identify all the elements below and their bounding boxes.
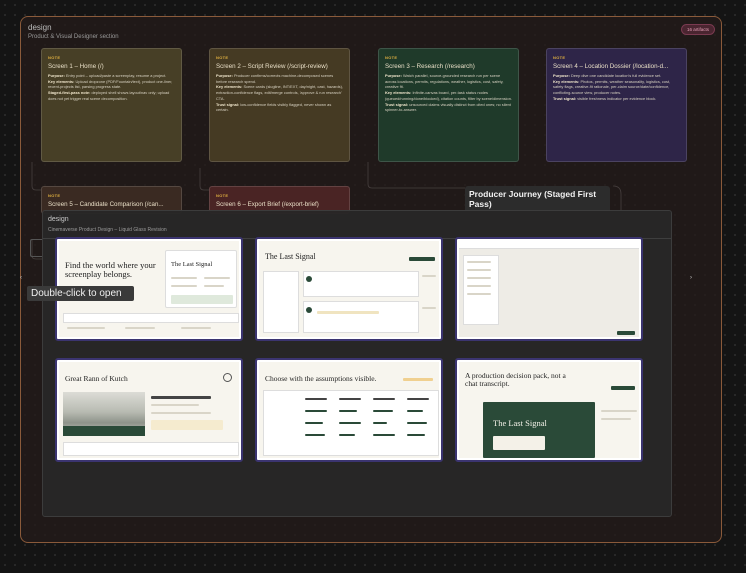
screen-thumbnail-export-brief[interactable]: A production decision pack, not a chat t… xyxy=(455,358,643,462)
note-title: Screen 5 – Candidate Comparison (/can... xyxy=(48,201,164,208)
note-title: Screen 2 – Script Review (/script-review… xyxy=(216,63,328,70)
note-tag: NOTE xyxy=(385,55,398,60)
note-screen-2[interactable]: NOTE Screen 2 – Script Review (/script-r… xyxy=(209,48,350,162)
note-text: Watch parallel, source-grounded research… xyxy=(385,73,504,90)
note-screen-3[interactable]: NOTE Screen 3 – Research (/research) Pur… xyxy=(378,48,519,162)
collapsed-frame-tab[interactable] xyxy=(30,239,42,257)
note-tag: NOTE xyxy=(48,55,61,60)
comparison-headline: Choose with the assumptions visible. xyxy=(265,374,377,383)
artifacts-badge[interactable]: 16 artifacts xyxy=(680,24,715,35)
note-label: Key elements: xyxy=(216,84,243,90)
note-title: Screen 4 – Location Dossier (/location-d… xyxy=(553,63,669,70)
note-title: Screen 1 – Home (/) xyxy=(48,63,104,70)
note-label: Trust signal: xyxy=(216,101,240,107)
note-label: Purpose: xyxy=(216,73,233,78)
review-title: The Last Signal xyxy=(265,252,316,261)
screen-thumbnail-candidate-comparison[interactable]: Choose with the assumptions visible. xyxy=(255,358,443,462)
note-label: Purpose: xyxy=(48,73,65,78)
resize-handle-right-icon[interactable]: › xyxy=(690,275,694,281)
home-headline: Find the world where your screenplay bel… xyxy=(65,260,156,279)
dossier-preview: Great Rann of Kutch xyxy=(59,362,239,458)
export-cover-title: The Last Signal xyxy=(493,418,547,428)
research-preview xyxy=(459,241,639,337)
note-label: Purpose: xyxy=(385,73,402,78)
note-tag: NOTE xyxy=(216,55,229,60)
home-project-title: The Last Signal xyxy=(171,261,213,268)
dossier-title: Great Rann of Kutch xyxy=(65,374,128,383)
note-label: Key elements: xyxy=(48,78,75,84)
screen-thumbnail-location-dossier[interactable]: Great Rann of Kutch xyxy=(55,358,243,462)
resize-handle-left-icon[interactable]: ‹ xyxy=(20,275,24,281)
double-click-tooltip: Double-click to open xyxy=(27,286,134,301)
screen-thumbnail-script-review[interactable]: The Last Signal xyxy=(255,237,443,341)
note-title: Screen 3 – Research (/research) xyxy=(385,63,475,70)
frame-title: design xyxy=(48,216,69,223)
section-title: design xyxy=(28,23,52,32)
note-text: Deep dive one candidate location's full … xyxy=(569,73,662,78)
export-headline: A production decision pack, not a chat t… xyxy=(465,371,566,388)
note-label: Purpose: xyxy=(553,73,570,78)
note-screen-4[interactable]: NOTE Screen 4 – Location Dossier (/locat… xyxy=(546,48,687,162)
note-tag: NOTE xyxy=(48,193,61,198)
note-tag: NOTE xyxy=(553,55,566,60)
section-subtitle: Product & Visual Designer section xyxy=(28,34,119,40)
note-label: Trust signal: xyxy=(385,101,409,107)
note-label: Trust signal: xyxy=(553,95,577,101)
note-tag: NOTE xyxy=(216,193,229,198)
note-text: Entry point – upload/paste a screenplay,… xyxy=(64,73,167,78)
note-label: Key elements: xyxy=(553,78,580,84)
note-label: Key elements: xyxy=(385,90,412,96)
note-text: Producer confirms/corrects machine-decom… xyxy=(216,73,334,84)
note-text: visible freshness indicator per evidence… xyxy=(576,95,657,101)
script-review-preview: The Last Signal xyxy=(259,241,439,337)
screen-thumbnail-research[interactable] xyxy=(455,237,643,341)
export-preview: A production decision pack, not a chat t… xyxy=(459,362,639,458)
note-label: Staged-first-pass note: xyxy=(48,90,91,96)
note-title: Screen 6 – Export Brief (/export-brief) xyxy=(216,201,319,208)
comparison-preview: Choose with the assumptions visible. xyxy=(259,362,439,458)
note-screen-1[interactable]: NOTE Screen 1 – Home (/) Purpose: Entry … xyxy=(41,48,182,162)
frame-subtitle: Cinemaverse Product Design – Liquid Glas… xyxy=(48,227,167,233)
